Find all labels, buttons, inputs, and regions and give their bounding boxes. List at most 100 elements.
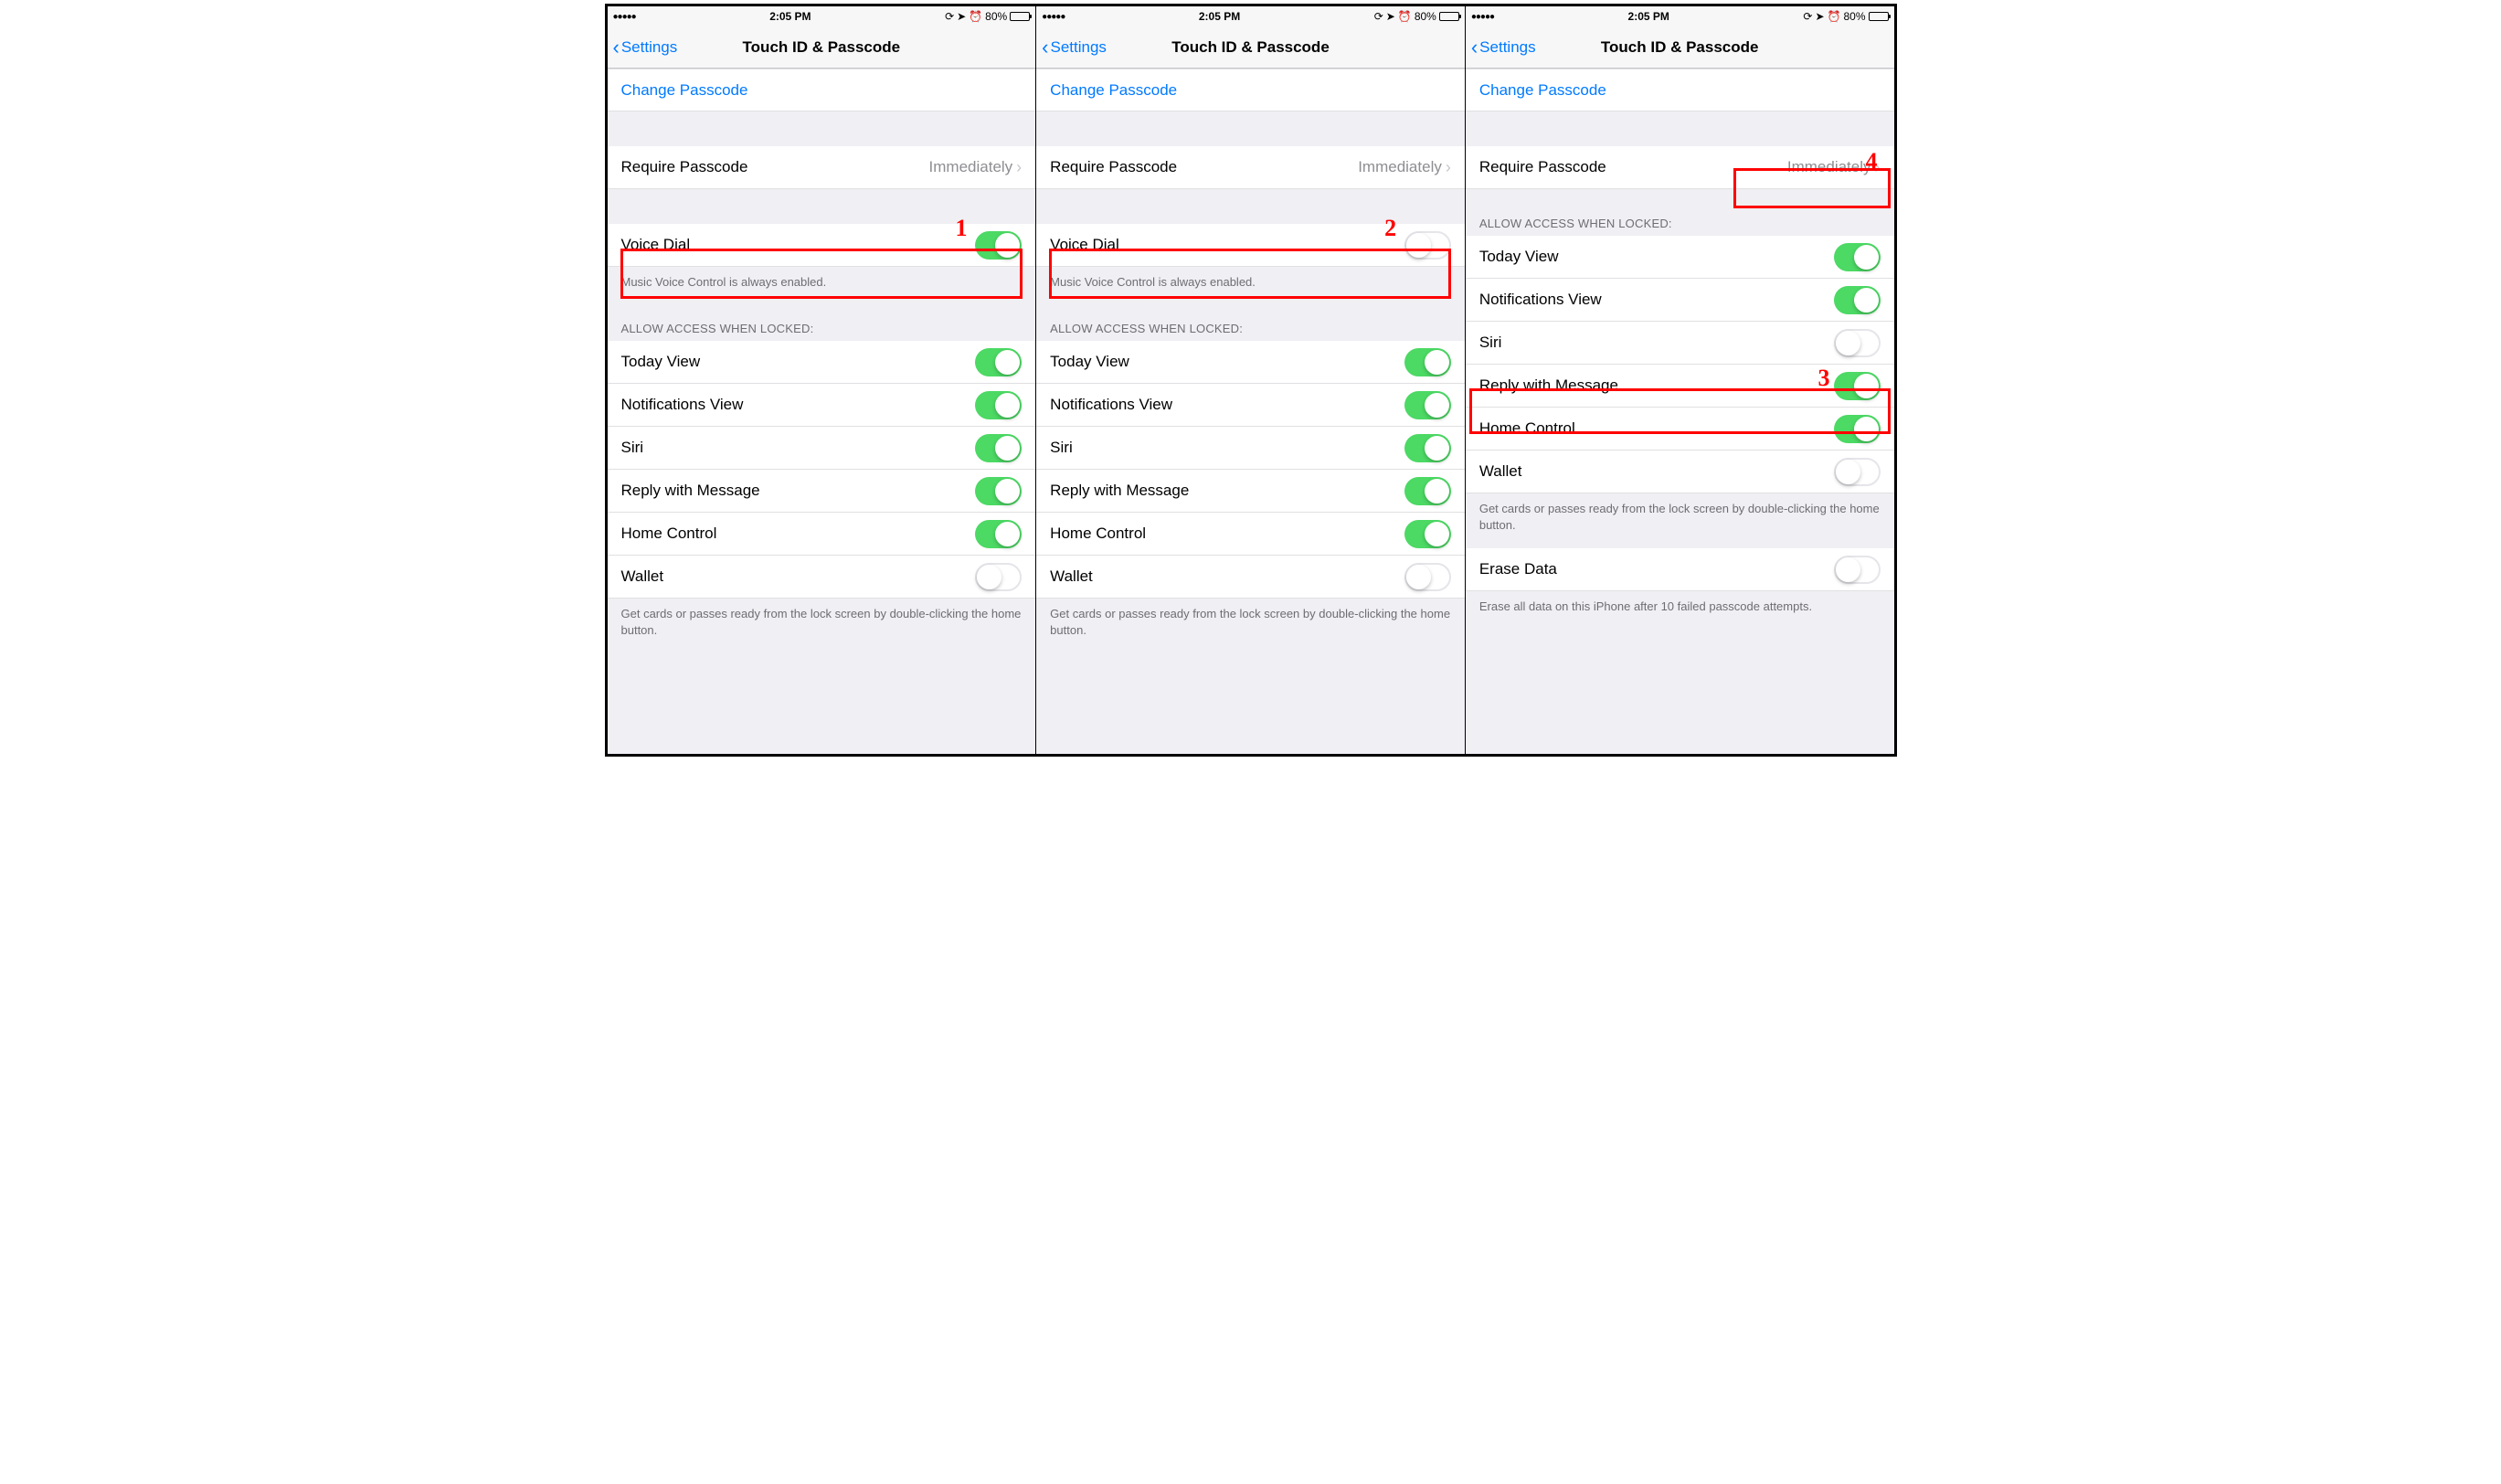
signal-icon: ●●●●● bbox=[1471, 12, 1494, 22]
siri-cell[interactable]: Siri bbox=[1036, 427, 1465, 470]
voice-dial-toggle[interactable] bbox=[1404, 231, 1451, 260]
reply-message-cell[interactable]: Reply with Message bbox=[1036, 470, 1465, 513]
notifications-view-cell[interactable]: Notifications View bbox=[608, 384, 1036, 427]
change-passcode-label: Change Passcode bbox=[1479, 81, 1606, 100]
allow-access-header: ALLOW ACCESS WHEN LOCKED: bbox=[608, 305, 1036, 341]
nav-bar: ‹ Settings Touch ID & Passcode bbox=[1036, 26, 1465, 69]
wallet-label: Wallet bbox=[621, 567, 664, 586]
notifications-toggle[interactable] bbox=[1834, 286, 1881, 314]
back-label: Settings bbox=[1051, 38, 1107, 57]
wallet-toggle[interactable] bbox=[1404, 563, 1451, 591]
siri-toggle[interactable] bbox=[975, 434, 1022, 462]
today-toggle[interactable] bbox=[1834, 243, 1881, 271]
siri-toggle[interactable] bbox=[1834, 329, 1881, 357]
status-time: 2:05 PM bbox=[769, 10, 811, 23]
wallet-toggle[interactable] bbox=[975, 563, 1022, 591]
battery-pct: 80% bbox=[1415, 10, 1436, 23]
allow-access-header: ALLOW ACCESS WHEN LOCKED: bbox=[1466, 189, 1894, 236]
siri-label: Siri bbox=[621, 439, 644, 457]
back-button[interactable]: ‹ Settings bbox=[1466, 37, 1536, 58]
erase-label: Erase Data bbox=[1479, 560, 1557, 578]
chevron-left-icon: ‹ bbox=[1042, 37, 1048, 58]
require-passcode-label: Require Passcode bbox=[1479, 158, 1606, 176]
require-passcode-cell[interactable]: Require Passcode Immediately › bbox=[1466, 146, 1894, 189]
home-control-label: Home Control bbox=[1479, 419, 1575, 438]
today-toggle[interactable] bbox=[975, 348, 1022, 376]
back-label: Settings bbox=[1479, 38, 1535, 57]
notifications-view-cell[interactable]: Notifications View bbox=[1036, 384, 1465, 427]
wallet-toggle[interactable] bbox=[1834, 458, 1881, 486]
change-passcode-cell[interactable]: Change Passcode bbox=[1466, 69, 1894, 111]
alarm-icon: ⏰ bbox=[1398, 10, 1412, 23]
home-control-toggle[interactable] bbox=[975, 520, 1022, 548]
status-bar: ●●●●● 2:05 PM ⟳ ➤ ⏰ 80% bbox=[1466, 6, 1894, 26]
change-passcode-cell[interactable]: Change Passcode bbox=[1036, 69, 1465, 111]
voice-dial-cell[interactable]: Voice Dial bbox=[608, 224, 1036, 267]
nav-bar: ‹ Settings Touch ID & Passcode bbox=[608, 26, 1036, 69]
home-control-cell[interactable]: Home Control bbox=[1036, 513, 1465, 556]
settings-list[interactable]: Change Passcode Require Passcode Immedia… bbox=[608, 69, 1036, 754]
location-icon: ➤ bbox=[957, 10, 966, 23]
nav-bar: ‹ Settings Touch ID & Passcode bbox=[1466, 26, 1894, 69]
siri-label: Siri bbox=[1050, 439, 1073, 457]
require-passcode-value: Immediately bbox=[929, 158, 1013, 176]
siri-cell[interactable]: Siri bbox=[608, 427, 1036, 470]
today-toggle[interactable] bbox=[1404, 348, 1451, 376]
wallet-cell[interactable]: Wallet bbox=[1466, 450, 1894, 493]
today-view-cell[interactable]: Today View bbox=[1036, 341, 1465, 384]
siri-label: Siri bbox=[1479, 334, 1502, 352]
settings-list[interactable]: Change Passcode Require Passcode Immedia… bbox=[1466, 69, 1894, 754]
back-button[interactable]: ‹ Settings bbox=[608, 37, 678, 58]
siri-cell[interactable]: Siri bbox=[1466, 322, 1894, 365]
chevron-right-icon: › bbox=[1446, 159, 1451, 175]
chevron-right-icon: › bbox=[1016, 159, 1022, 175]
home-control-toggle[interactable] bbox=[1834, 415, 1881, 443]
notifications-toggle[interactable] bbox=[1404, 391, 1451, 419]
voice-dial-label: Voice Dial bbox=[1050, 236, 1119, 254]
annotation-number-1: 1 bbox=[956, 215, 968, 242]
status-time: 2:05 PM bbox=[1199, 10, 1240, 23]
signal-icon: ●●●●● bbox=[1042, 12, 1065, 22]
status-right: ⟳ ➤ ⏰ 80% bbox=[1374, 10, 1459, 23]
voice-dial-cell[interactable]: Voice Dial bbox=[1036, 224, 1465, 267]
chevron-left-icon: ‹ bbox=[613, 37, 620, 58]
screen-1: 1 ●●●●● 2:05 PM ⟳ ➤ ⏰ 80% ‹ Settings Tou… bbox=[608, 6, 1037, 754]
reply-message-cell[interactable]: Reply with Message bbox=[608, 470, 1036, 513]
annotation-number-4: 4 bbox=[1866, 148, 1878, 175]
change-passcode-label: Change Passcode bbox=[1050, 81, 1177, 100]
notifications-toggle[interactable] bbox=[975, 391, 1022, 419]
back-button[interactable]: ‹ Settings bbox=[1036, 37, 1107, 58]
voice-dial-label: Voice Dial bbox=[621, 236, 691, 254]
today-label: Today View bbox=[1050, 353, 1129, 371]
home-control-label: Home Control bbox=[1050, 525, 1146, 543]
wallet-cell[interactable]: Wallet bbox=[1036, 556, 1465, 599]
home-control-cell[interactable]: Home Control bbox=[1466, 408, 1894, 450]
rotation-lock-icon: ⟳ bbox=[945, 10, 954, 23]
battery-pct: 80% bbox=[1843, 10, 1865, 23]
require-passcode-cell[interactable]: Require Passcode Immediately › bbox=[608, 146, 1036, 189]
reply-toggle[interactable] bbox=[1404, 477, 1451, 505]
battery-pct: 80% bbox=[985, 10, 1007, 23]
notifications-view-cell[interactable]: Notifications View bbox=[1466, 279, 1894, 322]
change-passcode-cell[interactable]: Change Passcode bbox=[608, 69, 1036, 111]
siri-toggle[interactable] bbox=[1404, 434, 1451, 462]
home-control-toggle[interactable] bbox=[1404, 520, 1451, 548]
reply-toggle[interactable] bbox=[975, 477, 1022, 505]
rotation-lock-icon: ⟳ bbox=[1374, 10, 1383, 23]
today-view-cell[interactable]: Today View bbox=[1466, 236, 1894, 279]
wallet-label: Wallet bbox=[1050, 567, 1093, 586]
require-passcode-cell[interactable]: Require Passcode Immediately › bbox=[1036, 146, 1465, 189]
reply-toggle[interactable] bbox=[1834, 372, 1881, 400]
erase-data-cell[interactable]: Erase Data bbox=[1466, 548, 1894, 591]
alarm-icon: ⏰ bbox=[1828, 10, 1841, 23]
home-control-cell[interactable]: Home Control bbox=[608, 513, 1036, 556]
voice-dial-toggle[interactable] bbox=[975, 231, 1022, 260]
change-passcode-label: Change Passcode bbox=[621, 81, 748, 100]
home-control-label: Home Control bbox=[621, 525, 717, 543]
screen-3: 4 3 ●●●●● 2:05 PM ⟳ ➤ ⏰ 80% ‹ Settings T… bbox=[1466, 6, 1894, 754]
status-bar: ●●●●● 2:05 PM ⟳ ➤ ⏰ 80% bbox=[1036, 6, 1465, 26]
erase-toggle[interactable] bbox=[1834, 556, 1881, 584]
today-view-cell[interactable]: Today View bbox=[608, 341, 1036, 384]
settings-list[interactable]: Change Passcode Require Passcode Immedia… bbox=[1036, 69, 1465, 754]
wallet-cell[interactable]: Wallet bbox=[608, 556, 1036, 599]
